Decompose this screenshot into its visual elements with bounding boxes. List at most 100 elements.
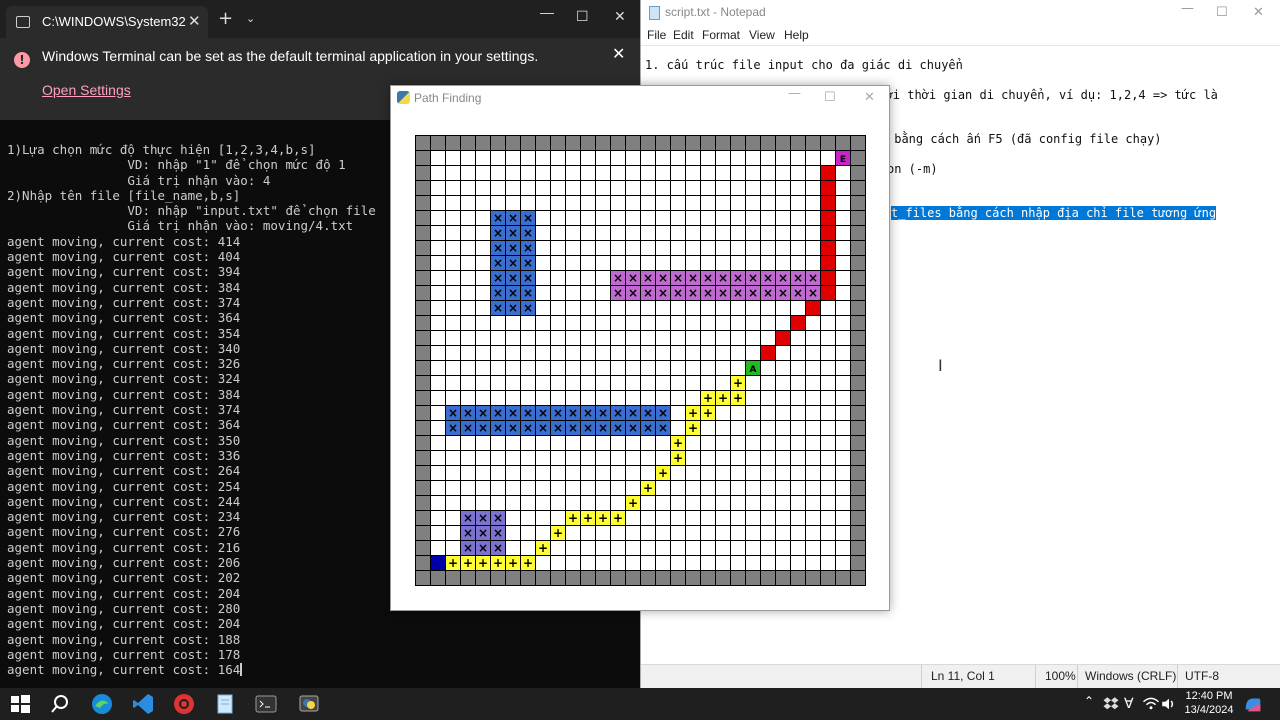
grid-cell <box>835 555 851 571</box>
obstacle-mark: × <box>763 271 773 285</box>
grid-cell <box>520 180 536 196</box>
grid-cell <box>745 255 761 271</box>
notepad-app-icon[interactable] <box>213 692 237 716</box>
grid-cell <box>670 315 686 331</box>
grid-cell <box>580 480 596 496</box>
grid-cell <box>820 345 836 361</box>
menu-view[interactable]: View <box>749 28 775 42</box>
grid-cell <box>700 435 716 451</box>
python-app-icon[interactable] <box>297 692 321 716</box>
close-window-button[interactable]: ✕ <box>614 8 626 25</box>
grid-cell <box>430 390 446 406</box>
grid-cell <box>550 360 566 376</box>
path-mark: + <box>463 556 473 570</box>
grid-cell <box>595 315 611 331</box>
grid-cell <box>835 510 851 526</box>
grid-cell <box>670 180 686 196</box>
wall-cell <box>835 135 851 151</box>
grid-cell <box>460 360 476 376</box>
info-close-button[interactable]: ✕ <box>612 44 625 63</box>
edge-icon[interactable] <box>90 692 114 716</box>
wall-cell <box>775 135 791 151</box>
grid-cell <box>505 315 521 331</box>
grid-cell <box>565 555 581 571</box>
grid-cell <box>610 540 626 556</box>
grid-cell <box>580 270 596 286</box>
grid-cell <box>535 510 551 526</box>
menu-file[interactable]: File <box>647 28 666 42</box>
close-icon[interactable]: ✕ <box>188 12 201 30</box>
grid-cell <box>745 495 761 511</box>
grid-cell <box>565 330 581 346</box>
vscode-icon[interactable] <box>131 692 155 716</box>
maximize-button[interactable]: ☐ <box>824 90 836 105</box>
wall-cell <box>850 180 866 196</box>
obstacle-mark: × <box>598 421 608 435</box>
path-grid[interactable]: E× × ×× × ×× × ×× × ×× × × × × × × × × × × × × × × × ×× × × × × × × × × ×… <box>415 135 867 587</box>
grid-cell <box>715 240 731 256</box>
obstacle-mark: × <box>778 286 788 300</box>
vpn-icon[interactable]: ∀ <box>1124 695 1134 712</box>
wifi-icon[interactable] <box>1142 695 1160 713</box>
menu-help[interactable]: Help <box>784 28 809 42</box>
grid-cell <box>775 165 791 181</box>
path-finding-window[interactable]: Path Finding — ☐ ✕ E × × × × × × × × × × × × × × × × × × × ×… <box>390 85 890 611</box>
menu-format[interactable]: Format <box>702 28 740 42</box>
grid-cell <box>775 465 791 481</box>
dropbox-icon[interactable] <box>1102 695 1120 713</box>
search-icon[interactable] <box>48 692 72 716</box>
wall-cell <box>745 570 761 586</box>
terminal-app-icon[interactable] <box>254 692 278 716</box>
menu-edit[interactable]: Edit <box>673 28 694 42</box>
chevron-down-icon[interactable]: ⌄ <box>246 12 255 25</box>
grid-cell <box>595 300 611 316</box>
grid-cell <box>655 225 671 241</box>
windows-start-icon[interactable] <box>8 692 32 716</box>
wall-cell <box>415 315 431 331</box>
trail-cell <box>775 330 791 346</box>
open-settings-link[interactable]: Open Settings <box>42 82 131 98</box>
grid-cell <box>580 315 596 331</box>
minimize-button[interactable]: — <box>1181 1 1194 16</box>
grid-cell <box>775 195 791 211</box>
tray-chevron-icon[interactable]: ⌃ <box>1084 694 1094 708</box>
grid-cell <box>835 390 851 406</box>
obstacle-mark: × <box>658 286 668 300</box>
volume-icon[interactable] <box>1160 695 1178 713</box>
grid-cell <box>580 240 596 256</box>
close-window-button[interactable]: ✕ <box>864 90 875 105</box>
maximize-button[interactable]: ☐ <box>1216 5 1228 20</box>
wall-cell <box>415 300 431 316</box>
grid-cell <box>670 165 686 181</box>
terminal-line: agent moving, current cost: 204 <box>7 616 241 632</box>
wall-cell <box>850 360 866 376</box>
minimize-button[interactable]: — <box>540 4 554 20</box>
path-mark: + <box>478 556 488 570</box>
recorder-icon[interactable] <box>172 692 196 716</box>
clock[interactable]: 12:40 PM 13/4/2024 <box>1178 690 1240 718</box>
obstacle-mark: × <box>613 286 623 300</box>
grid-cell <box>535 555 551 571</box>
maximize-button[interactable]: ☐ <box>576 8 589 25</box>
grid-cell <box>595 435 611 451</box>
grid-cell <box>460 330 476 346</box>
grid-cell <box>535 210 551 226</box>
grid-cell <box>595 555 611 571</box>
grid-cell <box>745 465 761 481</box>
minimize-button[interactable]: — <box>788 86 801 101</box>
grid-cell <box>640 300 656 316</box>
terminal-tab[interactable]: C:\WINDOWS\System32 ✕ <box>6 6 208 38</box>
grid-cell <box>565 540 581 556</box>
wall-cell <box>550 135 566 151</box>
close-window-button[interactable]: ✕ <box>1253 5 1264 20</box>
obstacle-mark: × <box>478 421 488 435</box>
path-mark: + <box>583 511 593 525</box>
copilot-icon[interactable] <box>1242 693 1264 715</box>
wall-cell <box>415 375 431 391</box>
new-tab-button[interactable]: + <box>218 8 233 29</box>
grid-cell <box>700 495 716 511</box>
grid-cell <box>610 375 626 391</box>
wall-cell <box>535 135 551 151</box>
trail-cell <box>820 165 836 181</box>
wall-cell <box>715 570 731 586</box>
